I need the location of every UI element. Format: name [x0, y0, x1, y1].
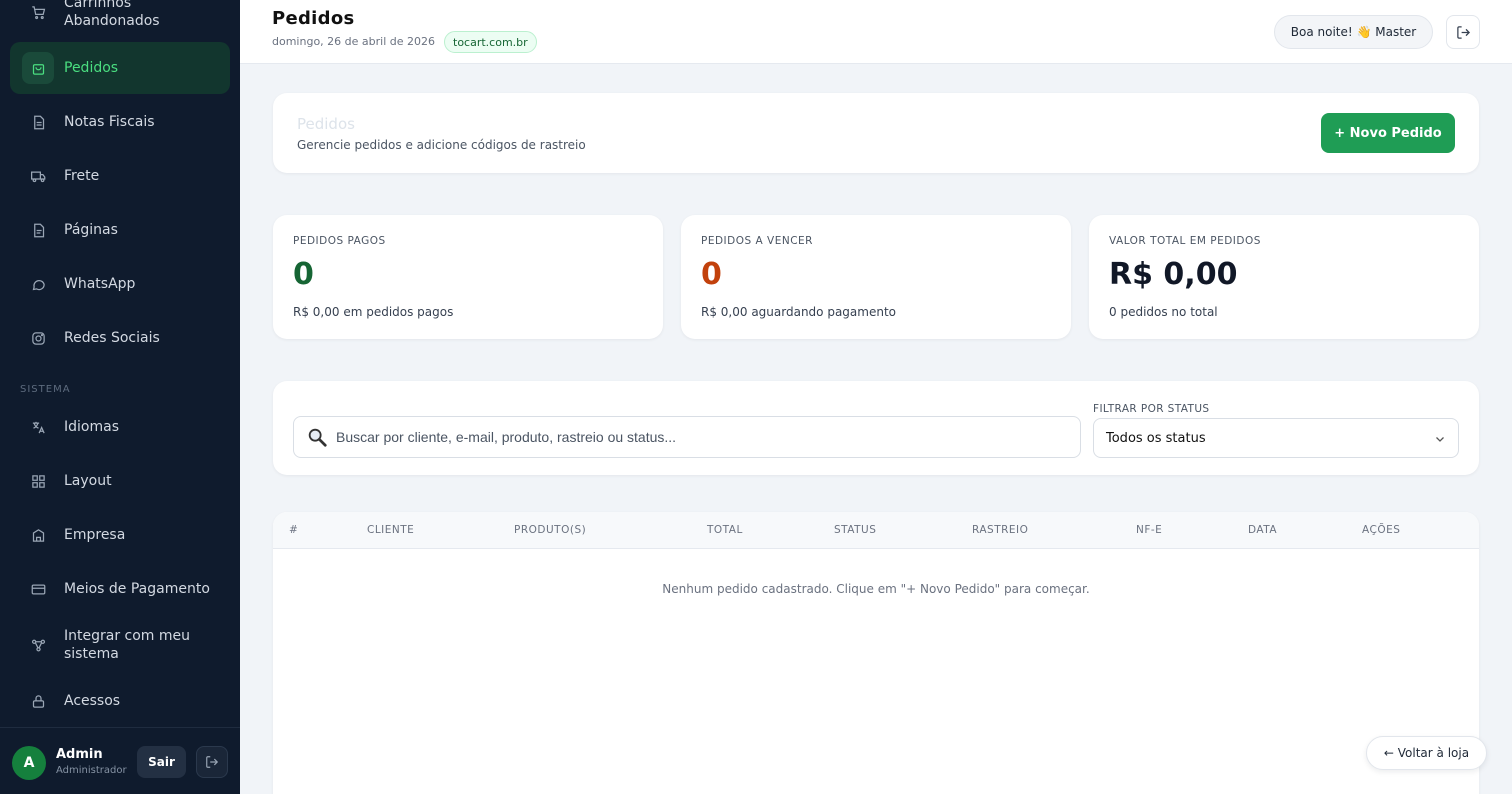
user-area: A Admin Administrador Sair	[0, 727, 240, 794]
stat-label: VALOR TOTAL EM PEDIDOS	[1109, 235, 1261, 247]
status-filter-select[interactable]: Todos os status	[1093, 418, 1459, 458]
translate-icon	[28, 417, 48, 437]
logout-icon[interactable]	[1446, 15, 1480, 49]
building-icon	[28, 525, 48, 545]
sidebar-item-acessos[interactable]: Acessos	[10, 675, 230, 727]
instagram-icon	[28, 328, 48, 348]
greeting-badge[interactable]: Boa noite! 👋 Master	[1274, 15, 1433, 49]
sidebar-item-meios-de-pagamento[interactable]: Meios de Pagamento	[10, 563, 230, 615]
domain-badge[interactable]: tocart.com.br	[444, 31, 537, 53]
column-header: TOTAL	[707, 524, 743, 536]
sidebar-item-label: Acessos	[64, 693, 121, 709]
sidebar-item-empresa[interactable]: Empresa	[10, 509, 230, 561]
table-header: # CLIENTE PRODUTO(S) TOTAL STATUS RASTRE…	[273, 512, 1479, 549]
column-header: CLIENTE	[367, 524, 415, 536]
logout-button[interactable]: Sair	[137, 746, 186, 778]
sidebar-section-label: SISTEMA	[20, 384, 71, 395]
sidebar-item-idiomas[interactable]: Idiomas	[10, 401, 230, 453]
empty-state-message: Nenhum pedido cadastrado. Clique em "+ N…	[662, 582, 1090, 596]
sidebar-item-label: Frete	[64, 168, 100, 184]
topbar: Pedidos domingo, 26 de abril de 2026 toc…	[240, 0, 1512, 64]
avatar: A	[12, 746, 46, 780]
chat-icon	[28, 274, 48, 294]
stat-value: 0	[701, 257, 722, 292]
sidebar-item-label: Meios de Pagamento	[64, 581, 210, 597]
credit-card-icon	[28, 579, 48, 599]
bag-icon	[22, 52, 54, 84]
integration-icon	[28, 635, 48, 655]
sidebar-item-label: WhatsApp	[64, 276, 136, 292]
sidebar-item-carrinhos-abandonados[interactable]: Carrinhos Abandonados	[10, 0, 230, 38]
status-filter-value: Todos os status	[1106, 430, 1206, 446]
search-input[interactable]	[336, 429, 1036, 445]
column-header: RASTREIO	[972, 524, 1029, 536]
new-order-button[interactable]: + Novo Pedido	[1321, 113, 1455, 153]
stat-value: R$ 0,00	[1109, 257, 1238, 292]
cart-icon	[28, 2, 48, 22]
status-filter-label: FILTRAR POR STATUS	[1093, 403, 1210, 415]
filter-card: FILTRAR POR STATUS Todos os status	[273, 381, 1479, 475]
column-header: #	[289, 524, 299, 536]
layout-icon	[28, 471, 48, 491]
sidebar-item-notas-fiscais[interactable]: Notas Fiscais	[10, 96, 230, 148]
back-to-store-button[interactable]: ← Voltar à loja	[1366, 736, 1487, 770]
sidebar-item-layout[interactable]: Layout	[10, 455, 230, 507]
sidebar-item-label: Layout	[64, 473, 112, 489]
sidebar: Carrinhos Abandonados Pedidos Notas Fisc…	[0, 0, 240, 794]
sidebar-item-label: Notas Fiscais	[64, 114, 155, 130]
section-subtitle: Gerencie pedidos e adicione códigos de r…	[297, 138, 586, 152]
sidebar-item-label: Idiomas	[64, 419, 119, 435]
sidebar-item-redes-sociais[interactable]: Redes Sociais	[10, 312, 230, 364]
stat-card-due: PEDIDOS A VENCER 0 R$ 0,00 aguardando pa…	[681, 215, 1071, 339]
orders-table: # CLIENTE PRODUTO(S) TOTAL STATUS RASTRE…	[273, 512, 1479, 794]
stat-sub: R$ 0,00 em pedidos pagos	[293, 305, 454, 319]
search-box[interactable]	[293, 416, 1081, 458]
logout-icon[interactable]	[196, 746, 228, 778]
column-header: NF-E	[1136, 524, 1163, 536]
header-card: Pedidos Gerencie pedidos e adicione códi…	[273, 93, 1479, 173]
sidebar-item-integrar[interactable]: Integrar com meu sistema	[10, 619, 230, 671]
page-title: Pedidos	[272, 8, 355, 29]
user-name: Admin	[56, 747, 103, 762]
stat-sub: 0 pedidos no total	[1109, 305, 1218, 319]
stat-label: PEDIDOS A VENCER	[701, 235, 813, 247]
page-date: domingo, 26 de abril de 2026	[272, 35, 435, 48]
sidebar-item-pedidos[interactable]: Pedidos	[10, 42, 230, 94]
column-header: AÇÕES	[1362, 524, 1401, 536]
stat-value: 0	[293, 257, 314, 292]
column-header: PRODUTO(S)	[514, 524, 587, 536]
sidebar-item-paginas[interactable]: Páginas	[10, 204, 230, 256]
sidebar-item-label: Empresa	[64, 527, 126, 543]
sidebar-item-frete[interactable]: Frete	[10, 150, 230, 202]
sidebar-item-label: Pedidos	[64, 60, 119, 76]
sidebar-item-label: Redes Sociais	[64, 330, 160, 346]
page-icon	[28, 220, 48, 240]
stat-card-paid: PEDIDOS PAGOS 0 R$ 0,00 em pedidos pagos	[273, 215, 663, 339]
stat-card-total: VALOR TOTAL EM PEDIDOS R$ 0,00 0 pedidos…	[1089, 215, 1479, 339]
stat-sub: R$ 0,00 aguardando pagamento	[701, 305, 896, 319]
sidebar-item-label: Carrinhos Abandonados	[64, 0, 160, 29]
sidebar-item-label: Integrar com meu sistema	[64, 628, 191, 662]
stat-label: PEDIDOS PAGOS	[293, 235, 386, 247]
lock-icon	[28, 691, 48, 711]
column-header: DATA	[1248, 524, 1278, 536]
truck-icon	[28, 166, 48, 186]
document-icon	[28, 112, 48, 132]
section-title: Pedidos	[297, 115, 355, 133]
search-icon	[308, 428, 327, 447]
sidebar-item-label: Páginas	[64, 222, 118, 238]
column-header: STATUS	[834, 524, 877, 536]
user-role: Administrador	[56, 765, 127, 776]
chevron-down-icon	[1436, 437, 1444, 442]
sidebar-item-whatsapp[interactable]: WhatsApp	[10, 258, 230, 310]
